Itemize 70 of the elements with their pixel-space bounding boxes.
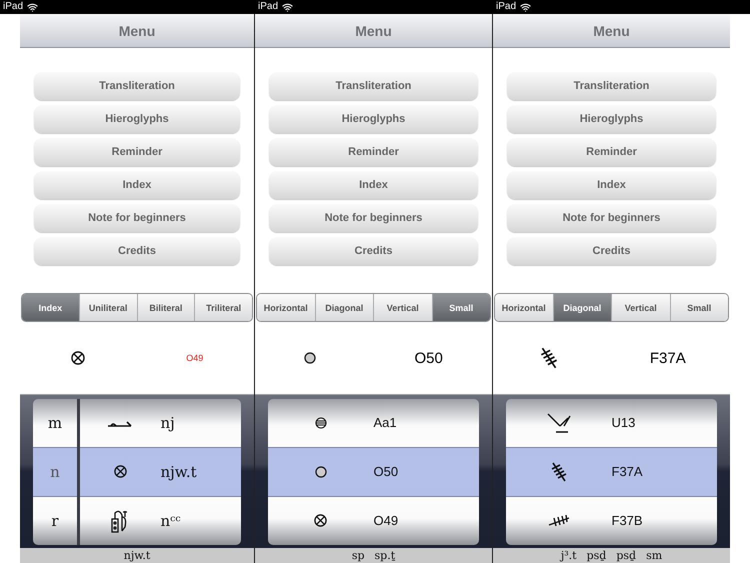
menu-button[interactable]: Transliteration (34, 72, 240, 100)
menu-button[interactable]: Index (507, 171, 716, 199)
segment-tab[interactable]: Biliteral (136, 294, 194, 321)
glyph-code: O49 (186, 353, 204, 363)
nav-title: Menu (593, 22, 630, 38)
nav-title: Menu (355, 22, 392, 38)
segment-tab[interactable]: Vertical (611, 294, 670, 321)
transliteration-text: njw.t (124, 549, 150, 562)
menu-button[interactable]: Hieroglyphs (269, 105, 478, 133)
carrier-label: iPad (258, 0, 278, 14)
picker-row[interactable]: U13 (506, 398, 717, 446)
picker-row[interactable]: F37B (506, 496, 717, 544)
segment-tab[interactable]: Triliteral (194, 294, 252, 321)
letter-option[interactable]: m (48, 414, 62, 432)
transliteration-text: sm (646, 549, 662, 562)
menu-button[interactable]: Reminder (34, 138, 240, 166)
menu-button[interactable]: Transliteration (507, 72, 716, 100)
menu-button[interactable]: Credits (269, 237, 478, 265)
picker-label: O49 (374, 513, 398, 528)
segment-tab[interactable]: Small (432, 294, 490, 321)
menu-button[interactable]: Reminder (507, 138, 716, 166)
menu-button[interactable]: Index (269, 171, 478, 199)
nav-title: Menu (118, 22, 156, 38)
menu-button[interactable]: Note for beginners (34, 204, 240, 232)
letter-option[interactable]: r (51, 512, 59, 530)
menu-button[interactable]: Index (34, 171, 240, 199)
segment-tab[interactable]: Diagonal (552, 294, 611, 321)
segment-tab[interactable]: Uniliteral (78, 294, 136, 321)
picker-row[interactable]: njw.t (80, 446, 241, 496)
picker-row[interactable]: nj (80, 398, 241, 446)
picker-row[interactable]: nᶜᶜ (80, 496, 241, 544)
picker-wheel[interactable]: m n r nj njw.t nᶜᶜ (33, 398, 241, 544)
menu-button[interactable]: Reminder (269, 138, 478, 166)
picker-row[interactable]: O50 (268, 446, 479, 496)
picker-row[interactable]: O49 (268, 496, 479, 544)
carrier-label: iPad (496, 0, 516, 14)
picker-label: U13 (612, 415, 636, 430)
picker-row[interactable]: Aa1 (268, 398, 479, 446)
segment-tab[interactable]: Horizontal (495, 294, 552, 321)
segment-tab[interactable]: Diagonal (314, 294, 373, 321)
transliteration-text: psḏ (616, 549, 636, 562)
picker-label: Aa1 (374, 415, 397, 430)
segment-tab[interactable]: Vertical (373, 294, 432, 321)
picker-wheel[interactable]: U13 F37A F37B (506, 398, 717, 544)
picker-label: F37A (612, 464, 643, 479)
transliteration-text: sp.ṯ (374, 549, 396, 562)
menu-button[interactable]: Note for beginners (507, 204, 716, 232)
menu-button[interactable]: Transliteration (269, 72, 478, 100)
carrier-label: iPad (3, 0, 24, 14)
menu-button[interactable]: Credits (34, 237, 240, 265)
glyph-code: F37A (650, 350, 686, 366)
picker-row[interactable]: F37A (506, 446, 717, 496)
segment-tab[interactable]: Horizontal (257, 294, 314, 321)
picker-label: nᶜᶜ (160, 512, 181, 530)
picker-label: nj (160, 414, 175, 432)
letter-option[interactable]: n (50, 462, 60, 480)
picker-label: O50 (374, 464, 398, 479)
segment-tab[interactable]: Small (670, 294, 728, 321)
menu-button[interactable]: Hieroglyphs (34, 105, 240, 133)
glyph-code: O50 (414, 350, 443, 366)
menu-button[interactable]: Hieroglyphs (507, 105, 716, 133)
segment-tab[interactable]: Index (22, 294, 79, 321)
transliteration-text: psḏ (586, 549, 606, 562)
transliteration-text: sp (352, 549, 365, 562)
menu-button[interactable]: Credits (507, 237, 716, 265)
menu-button[interactable]: Note for beginners (269, 204, 478, 232)
picker-label: F37B (612, 513, 643, 528)
transliteration-text: j³.t (560, 549, 577, 562)
picker-label: njw.t (160, 462, 197, 480)
picker-wheel[interactable]: Aa1 O50 O49 (268, 398, 479, 544)
